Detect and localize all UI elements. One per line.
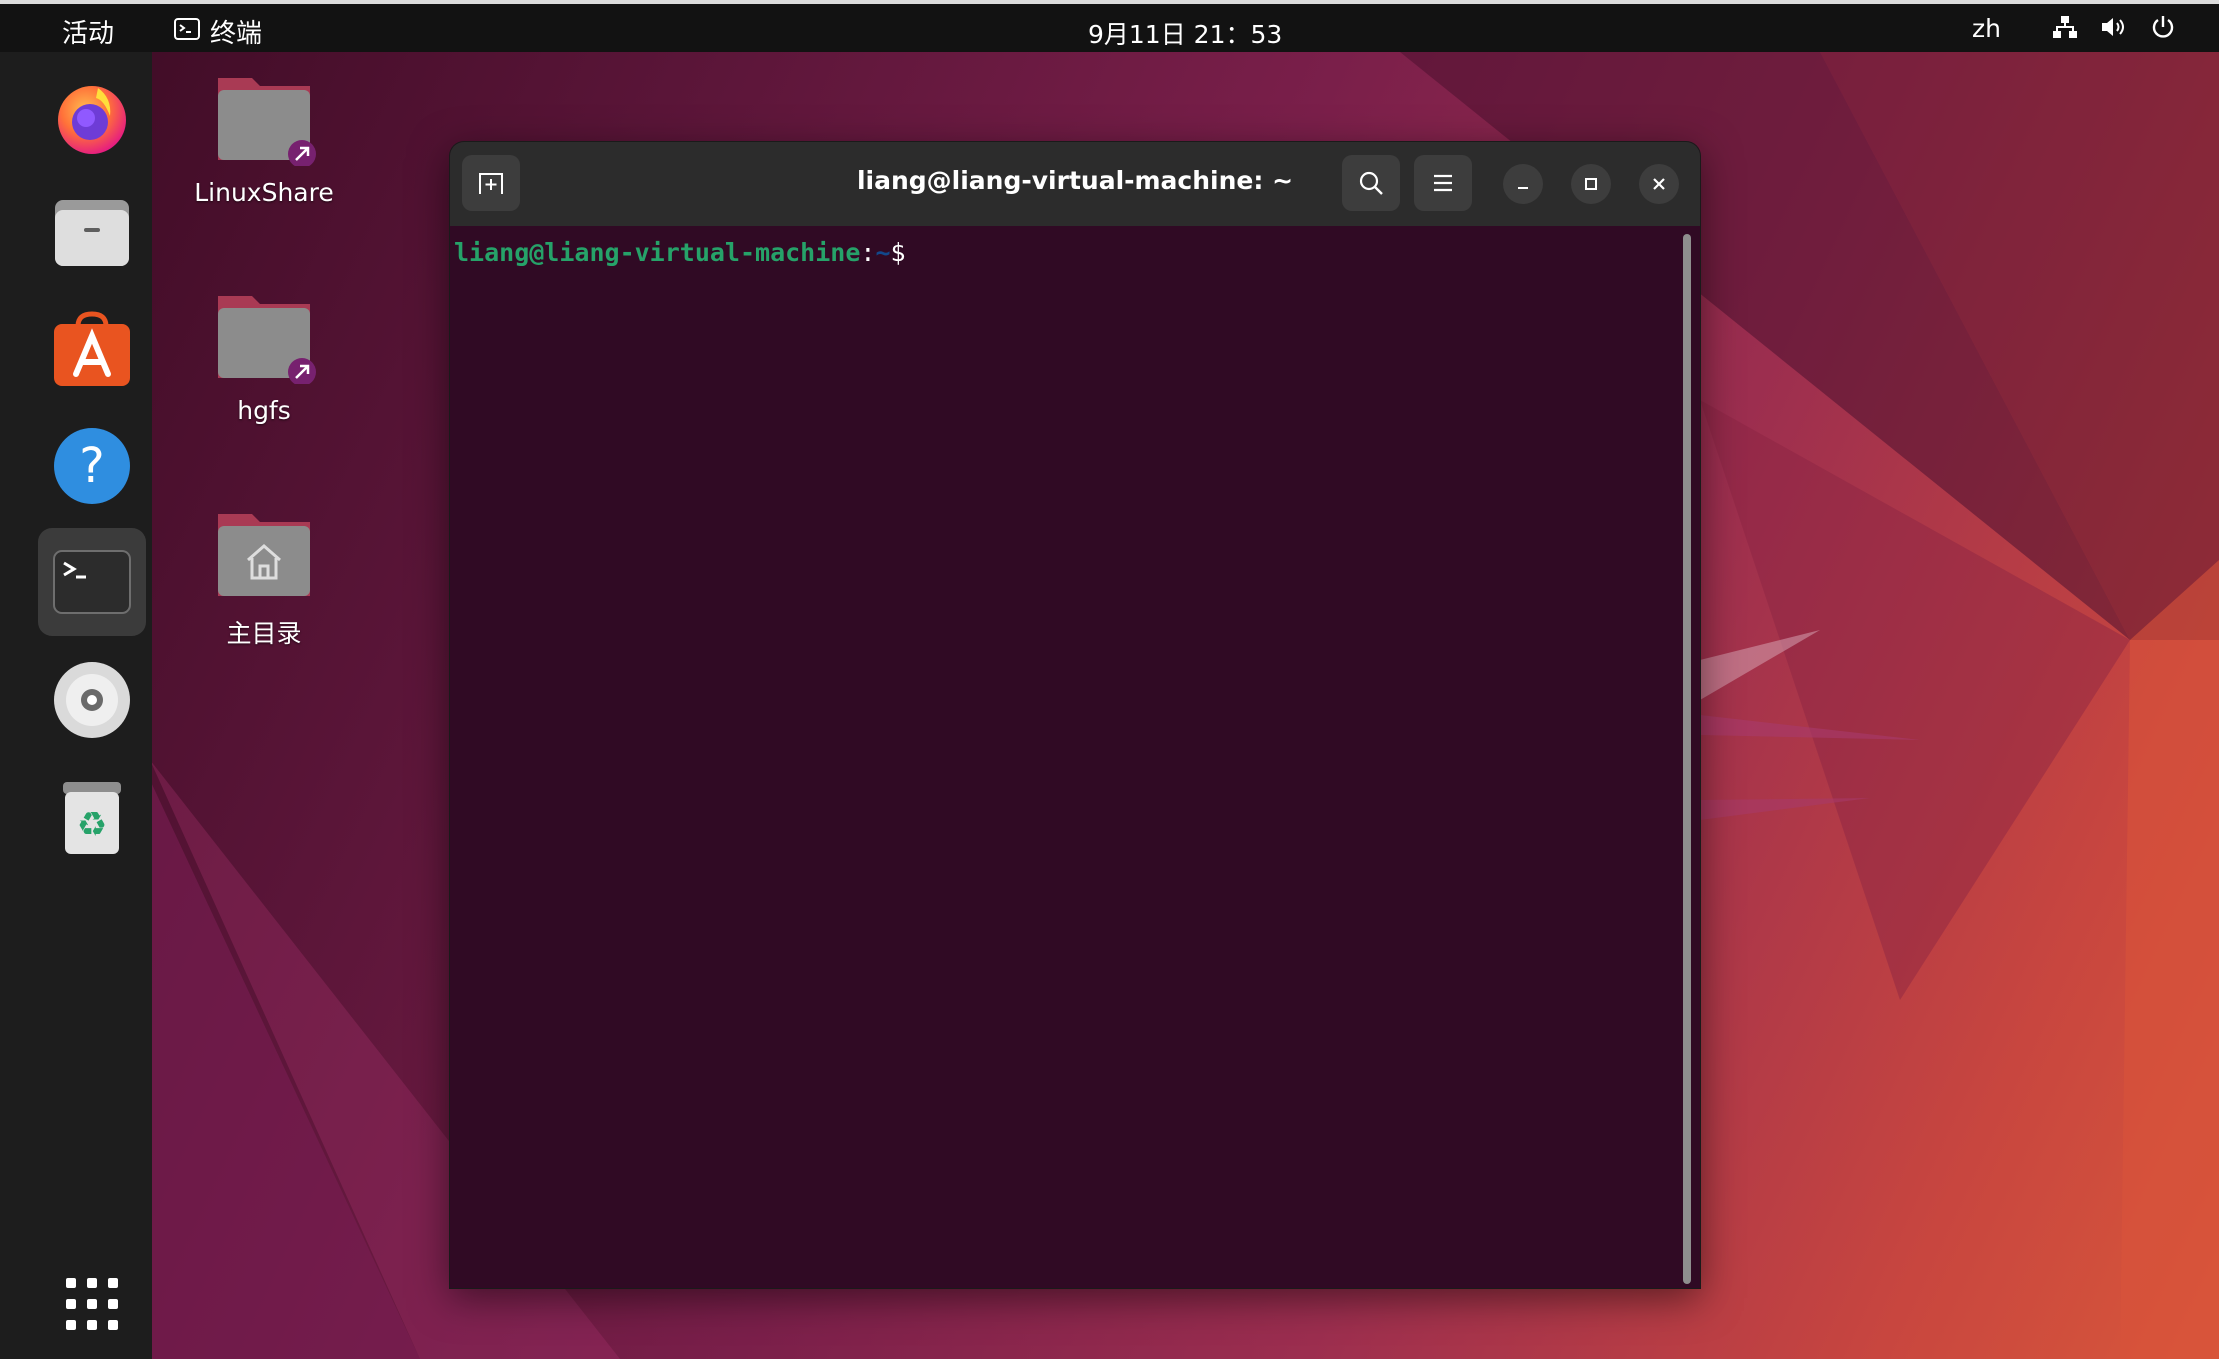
- trash-icon: ♻: [63, 782, 121, 854]
- maximize-icon: [1585, 178, 1597, 190]
- app-menu-label: 终端: [210, 19, 263, 49]
- power-icon[interactable]: [2150, 14, 2176, 47]
- desktop-icon-label: LinuxShare: [194, 178, 334, 207]
- files-icon: [55, 200, 129, 266]
- terminal-content[interactable]: liang@liang-virtual-machine:~$: [450, 226, 1700, 1288]
- terminal-small-icon: [174, 17, 200, 47]
- dock-item-trash[interactable]: ♻: [48, 772, 136, 860]
- desktop-icon-label: hgfs: [237, 396, 291, 425]
- system-tray[interactable]: [2052, 14, 2176, 47]
- desktop-icon-home[interactable]: 主目录: [174, 506, 354, 650]
- network-icon[interactable]: [2052, 15, 2078, 46]
- firefox-icon: [58, 86, 126, 154]
- menu-button[interactable]: [1414, 155, 1472, 211]
- top-bar: 活动 终端 9月11日 21：53 zh: [0, 0, 2219, 52]
- close-icon: [1653, 178, 1665, 190]
- volume-icon[interactable]: [2100, 15, 2128, 46]
- language-indicator[interactable]: zh: [1972, 14, 2001, 43]
- dock: ? ♻: [0, 52, 152, 1359]
- folder-link-icon: [218, 296, 316, 386]
- hamburger-menu-icon: [1434, 174, 1452, 192]
- disc-icon: [54, 662, 130, 738]
- terminal-window[interactable]: liang@liang-virtual-machine: ~ liang@lia…: [450, 142, 1700, 1288]
- dock-item-help[interactable]: ?: [48, 422, 136, 510]
- clock[interactable]: 9月11日 21：53: [1088, 15, 1282, 51]
- maximize-button[interactable]: [1571, 164, 1611, 204]
- terminal-header-bar[interactable]: liang@liang-virtual-machine: ~: [450, 142, 1700, 226]
- app-grid-icon: [66, 1278, 118, 1330]
- activities-button[interactable]: 活动: [62, 13, 114, 50]
- close-button[interactable]: [1639, 164, 1679, 204]
- search-icon: [1359, 171, 1383, 195]
- help-icon: ?: [54, 428, 130, 504]
- dock-item-firefox[interactable]: [48, 74, 136, 162]
- prompt-colon: :: [860, 238, 876, 267]
- app-menu[interactable]: 终端: [174, 13, 262, 50]
- dock-item-files[interactable]: [48, 190, 136, 278]
- desktop-icon-label: 主目录: [226, 619, 302, 648]
- svg-text:♻: ♻: [77, 805, 107, 845]
- shell-prompt: liang@liang-virtual-machine:~$: [454, 238, 906, 267]
- dock-item-software[interactable]: [48, 306, 136, 394]
- home-folder-icon: [218, 514, 310, 596]
- desktop-icon-linuxshare[interactable]: LinuxShare: [174, 70, 354, 207]
- dock-item-terminal[interactable]: [38, 528, 146, 636]
- search-button[interactable]: [1342, 155, 1400, 211]
- dock-item-disc[interactable]: [48, 656, 136, 744]
- prompt-user-host: liang@liang-virtual-machine: [454, 238, 861, 267]
- desktop-icon-hgfs[interactable]: hgfs: [174, 288, 354, 425]
- prompt-path: ~: [875, 238, 891, 267]
- svg-text:?: ?: [79, 438, 104, 494]
- minimize-icon: [1518, 187, 1528, 189]
- folder-link-icon: [218, 78, 316, 168]
- software-icon: [54, 311, 130, 386]
- terminal-scrollbar[interactable]: [1683, 234, 1691, 1284]
- prompt-symbol: $: [890, 238, 906, 267]
- minimize-button[interactable]: [1503, 164, 1543, 204]
- terminal-icon: [53, 550, 131, 614]
- dock-item-show-apps[interactable]: [48, 1260, 136, 1348]
